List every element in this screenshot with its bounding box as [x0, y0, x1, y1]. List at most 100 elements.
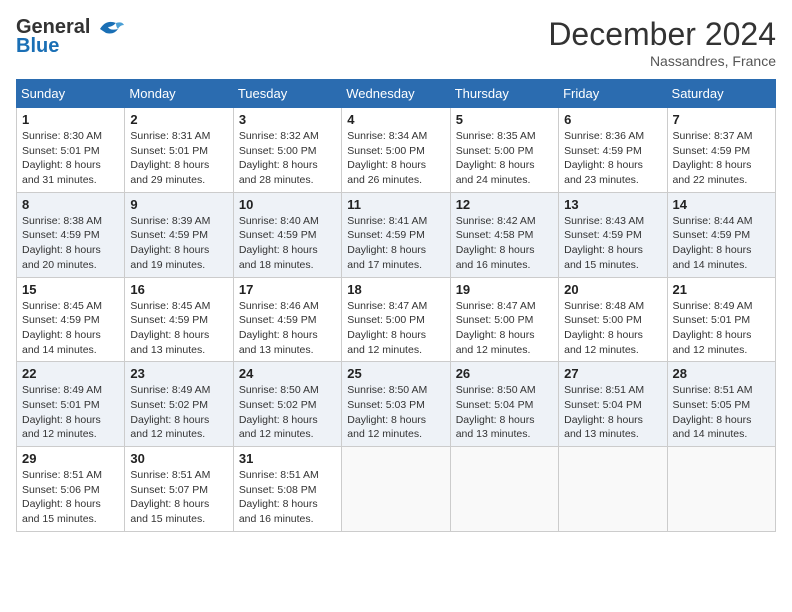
- weekday-monday: Monday: [125, 80, 233, 108]
- calendar-table: SundayMondayTuesdayWednesdayThursdayFrid…: [16, 79, 776, 532]
- day-number: 24: [239, 366, 336, 381]
- day-info: Sunrise: 8:47 AMSunset: 5:00 PMDaylight:…: [347, 299, 444, 358]
- day-number: 19: [456, 282, 553, 297]
- calendar-cell: 12 Sunrise: 8:42 AMSunset: 4:58 PMDayligh…: [450, 192, 558, 277]
- day-info: Sunrise: 8:41 AMSunset: 4:59 PMDaylight:…: [347, 214, 444, 273]
- day-info: Sunrise: 8:36 AMSunset: 4:59 PMDaylight:…: [564, 129, 661, 188]
- calendar-cell: [342, 447, 450, 532]
- day-number: 18: [347, 282, 444, 297]
- calendar-cell: 23 Sunrise: 8:49 AMSunset: 5:02 PMDayligh…: [125, 362, 233, 447]
- day-number: 13: [564, 197, 661, 212]
- day-number: 30: [130, 451, 227, 466]
- day-info: Sunrise: 8:44 AMSunset: 4:59 PMDaylight:…: [673, 214, 770, 273]
- day-info: Sunrise: 8:38 AMSunset: 4:59 PMDaylight:…: [22, 214, 119, 273]
- title-block: December 2024 Nassandres, France: [548, 16, 776, 69]
- day-info: Sunrise: 8:50 AMSunset: 5:03 PMDaylight:…: [347, 383, 444, 442]
- week-row-1: 1Sunrise: 8:30 AMSunset: 5:01 PMDaylight…: [17, 108, 776, 193]
- day-info: Sunrise: 8:42 AMSunset: 4:58 PMDaylight:…: [456, 214, 553, 273]
- day-number: 26: [456, 366, 553, 381]
- calendar-cell: 10Sunrise: 8:40 AMSunset: 4:59 PMDayligh…: [233, 192, 341, 277]
- day-info: Sunrise: 8:34 AMSunset: 5:00 PMDaylight:…: [347, 129, 444, 188]
- calendar-body: 1Sunrise: 8:30 AMSunset: 5:01 PMDaylight…: [17, 108, 776, 532]
- day-number: 23: [130, 366, 227, 381]
- calendar-cell: 25Sunrise: 8:50 AMSunset: 5:03 PMDayligh…: [342, 362, 450, 447]
- day-info: Sunrise: 8:32 AMSunset: 5:00 PMDaylight:…: [239, 129, 336, 188]
- logo-blue-text: Blue: [16, 35, 59, 58]
- day-info: Sunrise: 8:37 AMSunset: 4:59 PMDaylight:…: [673, 129, 770, 188]
- calendar-cell: 15 Sunrise: 8:45 AMSunset: 4:59 PMDayligh…: [17, 277, 125, 362]
- location: Nassandres, France: [548, 53, 776, 69]
- page-header: General Blue December 2024 Nassandres, F…: [16, 16, 776, 69]
- day-info: Sunrise: 8:49 AMSunset: 5:01 PMDaylight:…: [22, 383, 119, 442]
- calendar-cell: 3 Sunrise: 8:32 AMSunset: 5:00 PMDaylight…: [233, 108, 341, 193]
- calendar-cell: [450, 447, 558, 532]
- day-number: 2: [130, 112, 227, 127]
- day-number: 17: [239, 282, 336, 297]
- calendar-cell: 8 Sunrise: 8:38 AMSunset: 4:59 PMDaylight…: [17, 192, 125, 277]
- calendar-cell: 21 Sunrise: 8:49 AMSunset: 5:01 PMDayligh…: [667, 277, 775, 362]
- logo-bird-icon: [92, 17, 124, 39]
- day-number: 21: [673, 282, 770, 297]
- day-info: Sunrise: 8:51 AMSunset: 5:04 PMDaylight:…: [564, 383, 661, 442]
- day-info: Sunrise: 8:30 AMSunset: 5:01 PMDaylight:…: [22, 129, 119, 188]
- day-info: Sunrise: 8:49 AMSunset: 5:01 PMDaylight:…: [673, 299, 770, 358]
- day-info: Sunrise: 8:31 AMSunset: 5:01 PMDaylight:…: [130, 129, 227, 188]
- week-row-5: 29 Sunrise: 8:51 AMSunset: 5:06 PMDayligh…: [17, 447, 776, 532]
- day-number: 27: [564, 366, 661, 381]
- calendar-cell: 7 Sunrise: 8:37 AMSunset: 4:59 PMDaylight…: [667, 108, 775, 193]
- day-info: Sunrise: 8:45 AMSunset: 4:59 PMDaylight:…: [130, 299, 227, 358]
- weekday-sunday: Sunday: [17, 80, 125, 108]
- week-row-2: 8 Sunrise: 8:38 AMSunset: 4:59 PMDaylight…: [17, 192, 776, 277]
- day-number: 28: [673, 366, 770, 381]
- calendar-cell: 19 Sunrise: 8:47 AMSunset: 5:00 PMDayligh…: [450, 277, 558, 362]
- day-info: Sunrise: 8:51 AMSunset: 5:06 PMDaylight:…: [22, 468, 119, 527]
- day-info: Sunrise: 8:50 AMSunset: 5:04 PMDaylight:…: [456, 383, 553, 442]
- weekday-friday: Friday: [559, 80, 667, 108]
- day-info: Sunrise: 8:39 AMSunset: 4:59 PMDaylight:…: [130, 214, 227, 273]
- calendar-cell: [667, 447, 775, 532]
- day-number: 20: [564, 282, 661, 297]
- day-number: 7: [673, 112, 770, 127]
- calendar-cell: 26 Sunrise: 8:50 AMSunset: 5:04 PMDayligh…: [450, 362, 558, 447]
- calendar-cell: 16 Sunrise: 8:45 AMSunset: 4:59 PMDayligh…: [125, 277, 233, 362]
- day-info: Sunrise: 8:49 AMSunset: 5:02 PMDaylight:…: [130, 383, 227, 442]
- day-number: 4: [347, 112, 444, 127]
- calendar-cell: [559, 447, 667, 532]
- day-number: 12: [456, 197, 553, 212]
- day-info: Sunrise: 8:51 AMSunset: 5:07 PMDaylight:…: [130, 468, 227, 527]
- day-info: Sunrise: 8:35 AMSunset: 5:00 PMDaylight:…: [456, 129, 553, 188]
- calendar-cell: 27 Sunrise: 8:51 AMSunset: 5:04 PMDayligh…: [559, 362, 667, 447]
- calendar-cell: 28Sunrise: 8:51 AMSunset: 5:05 PMDayligh…: [667, 362, 775, 447]
- calendar-cell: 5 Sunrise: 8:35 AMSunset: 5:00 PMDaylight…: [450, 108, 558, 193]
- calendar-cell: 4 Sunrise: 8:34 AMSunset: 5:00 PMDaylight…: [342, 108, 450, 193]
- day-number: 22: [22, 366, 119, 381]
- weekday-wednesday: Wednesday: [342, 80, 450, 108]
- week-row-3: 15 Sunrise: 8:45 AMSunset: 4:59 PMDayligh…: [17, 277, 776, 362]
- calendar-cell: 6Sunrise: 8:36 AMSunset: 4:59 PMDaylight…: [559, 108, 667, 193]
- day-number: 3: [239, 112, 336, 127]
- calendar-cell: 31Sunrise: 8:51 AMSunset: 5:08 PMDayligh…: [233, 447, 341, 532]
- calendar-cell: 17Sunrise: 8:46 AMSunset: 4:59 PMDayligh…: [233, 277, 341, 362]
- calendar-cell: 11Sunrise: 8:41 AMSunset: 4:59 PMDayligh…: [342, 192, 450, 277]
- calendar-cell: 29 Sunrise: 8:51 AMSunset: 5:06 PMDayligh…: [17, 447, 125, 532]
- day-number: 8: [22, 197, 119, 212]
- day-info: Sunrise: 8:45 AMSunset: 4:59 PMDaylight:…: [22, 299, 119, 358]
- calendar-header: SundayMondayTuesdayWednesdayThursdayFrid…: [17, 80, 776, 108]
- calendar-cell: 1Sunrise: 8:30 AMSunset: 5:01 PMDaylight…: [17, 108, 125, 193]
- logo: General Blue: [16, 16, 124, 58]
- day-number: 10: [239, 197, 336, 212]
- calendar-cell: 9 Sunrise: 8:39 AMSunset: 4:59 PMDaylight…: [125, 192, 233, 277]
- calendar-cell: 14 Sunrise: 8:44 AMSunset: 4:59 PMDayligh…: [667, 192, 775, 277]
- weekday-tuesday: Tuesday: [233, 80, 341, 108]
- day-number: 29: [22, 451, 119, 466]
- day-number: 16: [130, 282, 227, 297]
- day-number: 15: [22, 282, 119, 297]
- weekday-thursday: Thursday: [450, 80, 558, 108]
- day-number: 9: [130, 197, 227, 212]
- day-info: Sunrise: 8:50 AMSunset: 5:02 PMDaylight:…: [239, 383, 336, 442]
- calendar-cell: 24 Sunrise: 8:50 AMSunset: 5:02 PMDayligh…: [233, 362, 341, 447]
- day-number: 14: [673, 197, 770, 212]
- calendar-cell: 2 Sunrise: 8:31 AMSunset: 5:01 PMDaylight…: [125, 108, 233, 193]
- day-number: 5: [456, 112, 553, 127]
- day-info: Sunrise: 8:47 AMSunset: 5:00 PMDaylight:…: [456, 299, 553, 358]
